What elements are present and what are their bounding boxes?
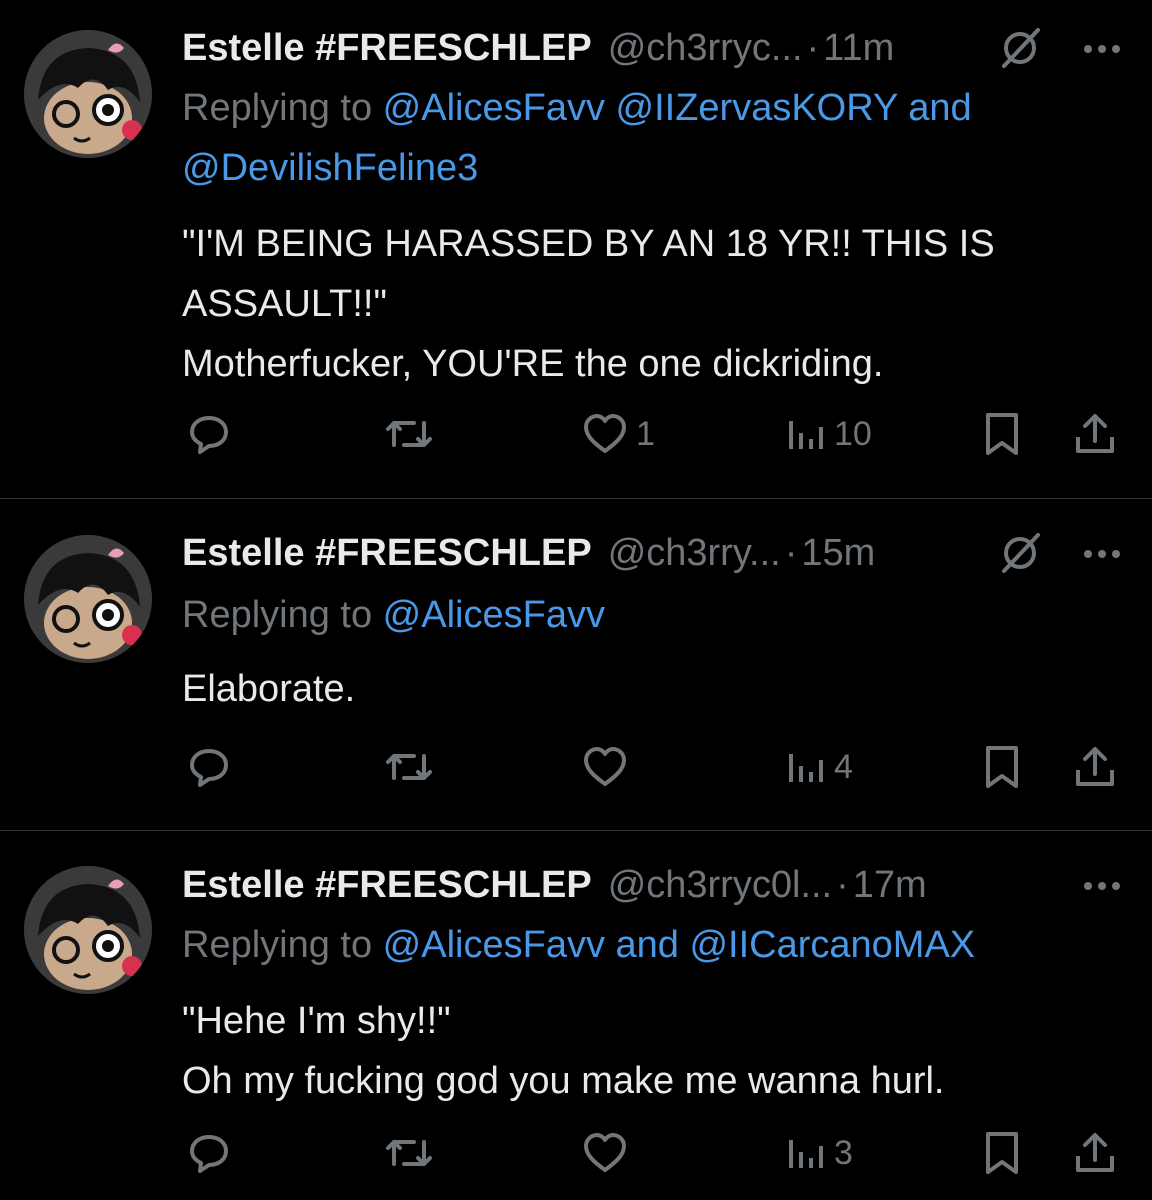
like-button[interactable] (582, 1123, 636, 1183)
reply-icon (190, 1135, 228, 1173)
bookmark-button[interactable] (982, 404, 1022, 464)
retweet-icon (386, 754, 432, 780)
replying-prefix: Replying to (182, 594, 383, 636)
action-bar: 1 10 (0, 404, 1152, 464)
more-icon[interactable] (1080, 34, 1124, 64)
avatar[interactable] (24, 535, 152, 663)
more-icon[interactable] (1080, 539, 1124, 569)
display-name[interactable]: Estelle #FREESCHLEP (182, 27, 592, 70)
tweet-header: Estelle #FREESCHLEP @ch3rryc... · 11m (182, 24, 1132, 72)
replying-to: Replying to @AlicesFavv (182, 585, 1112, 645)
replying-to: Replying to @AlicesFavv @IIZervasKORY an… (182, 78, 1112, 198)
avatar[interactable] (24, 30, 152, 158)
tweet-header: Estelle #FREESCHLEP @ch3rry... · 15m (182, 529, 1132, 577)
handle[interactable]: @ch3rry... (608, 532, 781, 575)
reply-button[interactable] (186, 404, 232, 464)
bookmark-icon (986, 413, 1018, 455)
tweet-text: "I'M BEING HARASSED BY AN 18 YR!! THIS I… (182, 223, 995, 385)
separator-dot: · (806, 26, 820, 69)
views-icon (789, 421, 823, 449)
share-icon (1076, 414, 1114, 453)
reply-icon (190, 749, 228, 787)
grok-icon[interactable] (998, 531, 1042, 575)
display-name[interactable]: Estelle #FREESCHLEP (182, 532, 592, 575)
timestamp[interactable]: 15m (801, 532, 875, 575)
more-icon[interactable] (1080, 871, 1124, 901)
reply-button[interactable] (186, 737, 232, 797)
tweet[interactable]: Estelle #FREESCHLEP @ch3rry... · 15m Rep… (0, 499, 1152, 831)
mention-link[interactable]: @AlicesFavv (383, 594, 605, 636)
tweet[interactable]: Estelle #FREESCHLEP @ch3rryc... · 11m Re… (0, 0, 1152, 498)
display-name[interactable]: Estelle #FREESCHLEP (182, 864, 592, 907)
share-button[interactable] (1072, 737, 1118, 797)
like-icon (584, 414, 626, 453)
grok-icon[interactable] (998, 26, 1042, 70)
views-button[interactable]: 3 (786, 1123, 853, 1183)
replying-to: Replying to @AlicesFavv and @IICarcanoMA… (182, 915, 1112, 975)
separator-dot: · (836, 863, 849, 906)
view-count: 3 (834, 1133, 853, 1172)
like-button[interactable] (582, 737, 636, 797)
avatar[interactable] (24, 866, 152, 994)
retweet-button[interactable] (384, 737, 434, 797)
tweet-text: "Hehe I'm shy!!" Oh my fucking god you m… (182, 1000, 945, 1102)
timestamp[interactable]: 11m (823, 27, 894, 70)
action-bar: 3 (0, 1123, 1152, 1183)
retweet-button[interactable] (384, 1123, 434, 1183)
handle[interactable]: @ch3rryc... (608, 27, 803, 70)
handle[interactable]: @ch3rryc0l... (608, 864, 832, 907)
views-button[interactable]: 10 (786, 404, 872, 464)
reply-icon (190, 416, 228, 454)
replying-prefix: Replying to (182, 924, 383, 966)
tweet-header: Estelle #FREESCHLEP @ch3rryc0l... · 17m (182, 861, 1132, 909)
timestamp[interactable]: 17m (853, 864, 927, 907)
replying-prefix: Replying to (182, 87, 383, 129)
bookmark-button[interactable] (982, 737, 1022, 797)
bookmark-icon (986, 1132, 1018, 1174)
action-bar: 4 (0, 737, 1152, 797)
mention-link[interactable]: @AlicesFavv and @IICarcanoMAX (383, 924, 975, 966)
share-icon (1076, 1133, 1114, 1172)
views-icon (789, 754, 823, 782)
like-icon (584, 1133, 626, 1172)
bookmark-button[interactable] (982, 1123, 1022, 1183)
mention-link[interactable]: @DevilishFeline3 (182, 147, 478, 189)
retweet-button[interactable] (384, 404, 434, 464)
like-button[interactable]: 1 (582, 404, 655, 464)
share-icon (1076, 747, 1114, 786)
view-count: 4 (834, 747, 853, 786)
share-button[interactable] (1072, 404, 1118, 464)
views-button[interactable]: 4 (786, 737, 853, 797)
views-icon (789, 1140, 823, 1168)
separator-dot: · (784, 531, 798, 574)
retweet-icon (386, 1140, 432, 1166)
tweet[interactable]: Estelle #FREESCHLEP @ch3rryc0l... · 17m … (0, 831, 1152, 1200)
like-count: 1 (636, 414, 655, 453)
reply-button[interactable] (186, 1123, 232, 1183)
view-count: 10 (834, 414, 872, 453)
share-button[interactable] (1072, 1123, 1118, 1183)
retweet-icon (386, 421, 432, 447)
bookmark-icon (986, 746, 1018, 788)
mention-link[interactable]: @AlicesFavv @IIZervasKORY and (383, 87, 972, 129)
tweet-text: Elaborate. (182, 668, 356, 710)
like-icon (584, 747, 626, 786)
